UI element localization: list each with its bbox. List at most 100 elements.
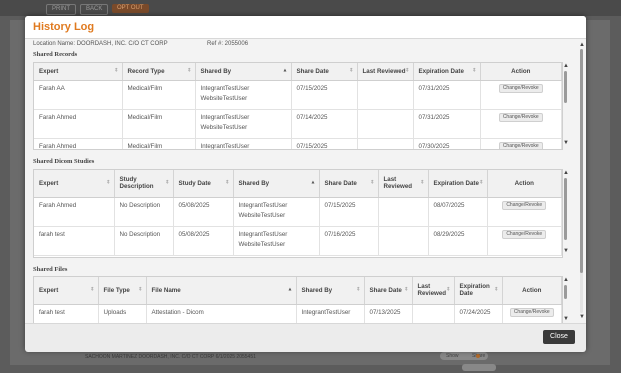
- cell-last-reviewed: [378, 197, 429, 227]
- sort-icon: ⇕: [90, 286, 95, 293]
- column-header-file-name[interactable]: File Name ▲: [146, 277, 297, 305]
- sort-icon: ⇕: [187, 67, 192, 74]
- cell-last-reviewed: [357, 109, 414, 139]
- sort-icon: ⇕: [420, 179, 425, 186]
- cell-study-description: No Description: [114, 197, 174, 227]
- column-header-expert[interactable]: Expert ⇕: [34, 277, 99, 305]
- scrollbar-thumb[interactable]: [564, 285, 567, 299]
- column-header-study-date[interactable]: Study Date ⇕: [173, 170, 234, 198]
- scroll-down-icon[interactable]: ▼: [563, 140, 569, 146]
- change-revoke-button[interactable]: Change/Revoke: [502, 200, 547, 210]
- sort-icon: ⇕: [349, 67, 354, 74]
- cell-action: Change/Revoke: [487, 197, 562, 227]
- scroll-up-icon[interactable]: ▲: [563, 170, 569, 176]
- cell-expert: Farah Ahmed: [34, 138, 123, 149]
- cell-action: Change/Revoke: [480, 80, 562, 110]
- column-header-last-reviewed[interactable]: Last Reviewed ⇕: [378, 170, 429, 198]
- cell-share-date: 07/15/2025: [291, 80, 358, 110]
- column-header-expert[interactable]: Expert ⇕: [34, 170, 115, 198]
- sort-icon: ⇕: [106, 179, 111, 186]
- column-header-expiration-date[interactable]: Expiration Date ⇕: [454, 277, 503, 305]
- cell-record-type: Medical/Film: [122, 80, 196, 110]
- cell-expert: Farah AA: [34, 80, 123, 110]
- location-info: Location Name: DOORDASH, INC. C/O CT COR…: [33, 41, 248, 47]
- change-revoke-button[interactable]: Change/Revoke: [498, 141, 543, 149]
- column-header-share-date[interactable]: Share Date ⇕: [364, 277, 413, 305]
- cell-last-reviewed: [357, 80, 414, 110]
- sort-icon: ⇕: [356, 286, 361, 293]
- scrollbar-thumb[interactable]: [564, 71, 567, 103]
- column-header-shared-by[interactable]: Shared By ▲: [195, 63, 292, 81]
- column-header-expert[interactable]: Expert ⇕: [34, 63, 123, 81]
- cell-share-date: 07/16/2025: [319, 226, 379, 256]
- modal-scrollbar[interactable]: ▲ ▼: [579, 42, 585, 320]
- shared-files-table: Expert ⇕ File Type ⇕ File Name ▲ Shared By ⇕…: [33, 276, 563, 323]
- scroll-down-icon[interactable]: ▼: [579, 314, 585, 320]
- column-header-expiration-date[interactable]: Expiration Date ⇕: [428, 170, 488, 198]
- cell-expiration-date: 07/24/2025: [454, 304, 503, 323]
- sort-icon: ⇕: [446, 286, 451, 293]
- shared-records-title: Shared Records: [33, 51, 78, 58]
- change-revoke-button[interactable]: Change/Revoke: [502, 229, 547, 239]
- cell-shared-by: IntegrantTestUser WebsiteTestUser: [233, 226, 320, 256]
- sort-icon: ⇕: [165, 179, 170, 186]
- shared-dicom-title: Shared Dicom Studies: [33, 158, 95, 165]
- column-header-expiration-date[interactable]: Expiration Date ⇕: [413, 63, 481, 81]
- table-row: farah test No Description 05/08/2025 Int…: [34, 226, 562, 256]
- sort-icon: ⇕: [494, 286, 499, 293]
- scroll-down-icon[interactable]: ▼: [563, 316, 569, 322]
- column-header-file-type[interactable]: File Type ⇕: [98, 277, 147, 305]
- cell-last-reviewed: [412, 304, 455, 323]
- column-header-study-description[interactable]: Study Description ⇕: [114, 170, 174, 198]
- column-header-share-date[interactable]: Share Date ⇕: [319, 170, 379, 198]
- cell-shared-by: IntegrantTestUser WebsiteTestUser: [195, 109, 292, 139]
- table-row: farah test Uploads Attestation - Dicom I…: [34, 304, 562, 323]
- close-button[interactable]: Close: [543, 330, 575, 344]
- column-header-share-date[interactable]: Share Date ⇕: [291, 63, 358, 81]
- shared-records-scrollbar[interactable]: ▲ ▼: [563, 62, 569, 148]
- change-revoke-button[interactable]: Change/Revoke: [498, 83, 543, 93]
- sort-icon: ⇕: [479, 179, 484, 186]
- cell-expiration-date: 07/31/2025: [413, 109, 481, 139]
- scroll-up-icon[interactable]: ▲: [563, 63, 569, 69]
- background-row-text: SACHOON MARTINEZ DOORDASH, INC. C/O CT C…: [85, 354, 256, 360]
- cell-expiration-date: 07/30/2025: [413, 138, 481, 149]
- cell-action: Change/Revoke: [487, 226, 562, 256]
- scroll-up-icon[interactable]: ▲: [579, 42, 585, 48]
- scrollbar-thumb[interactable]: [564, 178, 567, 240]
- sort-icon: ⇕: [404, 286, 409, 293]
- sort-icon: ⇕: [472, 67, 477, 74]
- shared-dicom-scrollbar[interactable]: ▲ ▼: [563, 169, 569, 256]
- column-header-last-reviewed[interactable]: Last Reviewed ⇕: [412, 277, 455, 305]
- shared-dicom-table: Expert ⇕ Study Description ⇕ Study Date ⇕ S…: [33, 169, 563, 258]
- sort-icon: ⇕: [225, 179, 230, 186]
- cell-shared-by: IntegrantTestUser WebsiteTestUser: [195, 80, 292, 110]
- cell-share-date: 07/13/2025: [364, 304, 413, 323]
- change-revoke-button[interactable]: Change/Revoke: [498, 112, 543, 122]
- change-revoke-button[interactable]: Change/Revoke: [509, 307, 554, 317]
- history-log-modal: History Log Location Name: DOORDASH, INC…: [25, 16, 586, 352]
- shared-files-scrollbar[interactable]: ▲ ▼: [563, 276, 569, 323]
- sort-ascending-icon: ▲: [287, 286, 293, 293]
- scrollbar-thumb[interactable]: [580, 49, 583, 273]
- table-row: Farah Ahmed No Description 05/08/2025 In…: [34, 197, 562, 227]
- column-header-shared-by[interactable]: Shared By ⇕: [296, 277, 365, 305]
- sort-icon: ⇕: [138, 286, 143, 293]
- shared-records-table: Expert ⇕ Record Type ⇕ Shared By ▲ Share Da…: [33, 62, 563, 150]
- column-header-record-type[interactable]: Record Type ⇕: [122, 63, 196, 81]
- modal-header: History Log: [25, 16, 586, 39]
- sort-ascending-icon: ▲: [282, 67, 288, 74]
- cell-share-date: 07/14/2025: [291, 109, 358, 139]
- modal-body: Location Name: DOORDASH, INC. C/O CT COR…: [25, 38, 586, 323]
- location-name: Location Name: DOORDASH, INC. C/O CT COR…: [33, 41, 168, 47]
- cell-last-reviewed: [357, 138, 414, 149]
- cell-record-type: Medical/Film: [122, 109, 196, 139]
- scroll-down-icon[interactable]: ▼: [563, 248, 569, 254]
- column-header-shared-by[interactable]: Shared By ▲: [233, 170, 320, 198]
- cell-file-type: Uploads: [98, 304, 147, 323]
- scroll-up-icon[interactable]: ▲: [563, 277, 569, 283]
- cell-expert: Farah Ahmed: [34, 109, 123, 139]
- column-header-action: Action: [480, 63, 562, 81]
- column-header-last-reviewed[interactable]: Last Reviewed ⇕: [357, 63, 414, 81]
- sort-icon: ⇕: [370, 179, 375, 186]
